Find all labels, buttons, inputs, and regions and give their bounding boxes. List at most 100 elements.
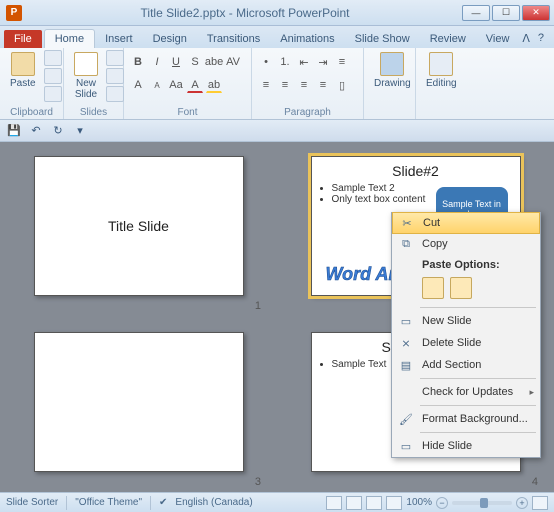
copy-button[interactable] <box>44 68 62 84</box>
format-icon: 🖌 <box>396 411 416 427</box>
tab-slideshow[interactable]: Slide Show <box>345 30 420 48</box>
ctx-paste-header: Paste Options: <box>392 255 540 273</box>
new-slide-icon: ▭ <box>396 313 416 329</box>
char-spacing-button[interactable]: AV <box>225 54 241 70</box>
ctx-copy[interactable]: ⧉ Copy <box>392 233 540 255</box>
save-button[interactable]: 💾 <box>6 123 22 139</box>
highlight-button[interactable]: ab <box>206 77 222 93</box>
ctx-delete-slide[interactable]: ⨯ Delete Slide <box>392 332 540 354</box>
cut-button[interactable] <box>44 50 62 66</box>
status-bar: Slide Sorter "Office Theme" ✔ English (C… <box>0 492 554 512</box>
zoom-level[interactable]: 100% <box>406 497 432 508</box>
new-slide-button[interactable]: New Slide <box>70 50 102 102</box>
section-button[interactable] <box>106 86 124 102</box>
bold-button[interactable]: B <box>130 54 146 70</box>
drawing-label: Drawing <box>374 78 411 89</box>
italic-button[interactable]: I <box>149 54 165 70</box>
paste-option-2[interactable] <box>450 277 472 299</box>
scissors-icon: ✂ <box>397 215 417 231</box>
repeat-button[interactable]: ↻ <box>50 123 66 139</box>
section-icon: ▤ <box>396 357 416 373</box>
drawing-icon <box>380 52 404 76</box>
spellcheck-icon[interactable]: ✔ <box>159 497 167 508</box>
zoom-out-button[interactable]: − <box>436 497 448 509</box>
columns-button[interactable]: ▯ <box>334 77 350 93</box>
context-menu: ✂ Cut ⧉ Copy Paste Options: ▭ New Slide … <box>391 212 541 458</box>
ctx-hide-slide[interactable]: ▭ Hide Slide <box>392 435 540 457</box>
quick-access-toolbar: 💾 ↶ ↻ ▾ <box>0 120 554 142</box>
tab-insert[interactable]: Insert <box>95 30 143 48</box>
close-button[interactable]: ✕ <box>522 5 550 21</box>
tab-design[interactable]: Design <box>143 30 197 48</box>
group-slides-label: Slides <box>64 107 123 118</box>
bullets-button[interactable]: • <box>258 54 274 70</box>
slide-thumb-1[interactable]: Title Slide <box>34 156 244 296</box>
tab-view[interactable]: View <box>476 30 520 48</box>
group-clipboard-label: Clipboard <box>0 107 63 118</box>
app-icon: P <box>6 5 22 21</box>
slide1-number: 1 <box>255 300 261 312</box>
minimize-button[interactable]: — <box>462 5 490 21</box>
font-color-button[interactable]: A <box>187 77 203 93</box>
tab-transitions[interactable]: Transitions <box>197 30 270 48</box>
group-paragraph-label: Paragraph <box>252 107 363 118</box>
drawing-button[interactable]: Drawing <box>370 50 415 91</box>
align-left-button[interactable]: ≡ <box>258 77 274 93</box>
editing-button[interactable]: Editing <box>422 50 461 91</box>
ctx-cut-label: Cut <box>423 217 440 229</box>
tab-file[interactable]: File <box>4 30 42 48</box>
normal-view-button[interactable] <box>326 496 342 510</box>
layout-button[interactable] <box>106 50 124 66</box>
ctx-cut[interactable]: ✂ Cut <box>392 212 540 234</box>
reading-view-button[interactable] <box>366 496 382 510</box>
tab-animations[interactable]: Animations <box>270 30 344 48</box>
indent-dec-button[interactable]: ⇤ <box>296 54 312 70</box>
ctx-new-slide[interactable]: ▭ New Slide <box>392 310 540 332</box>
maximize-button[interactable]: ☐ <box>492 5 520 21</box>
delete-icon: ⨯ <box>396 335 416 351</box>
status-theme: "Office Theme" <box>75 497 142 508</box>
paste-option-1[interactable] <box>422 277 444 299</box>
qat-customize-button[interactable]: ▾ <box>72 123 88 139</box>
reset-button[interactable] <box>106 68 124 84</box>
zoom-in-button[interactable]: + <box>516 497 528 509</box>
paste-button[interactable]: Paste <box>6 50 40 91</box>
ctx-format-background[interactable]: 🖌 Format Background... <box>392 408 540 430</box>
editing-label: Editing <box>426 78 457 89</box>
ctx-hide-label: Hide Slide <box>422 440 472 452</box>
ctx-add-section[interactable]: ▤ Add Section <box>392 354 540 376</box>
ctx-format-label: Format Background... <box>422 413 528 425</box>
group-font-label: Font <box>124 107 251 118</box>
undo-button[interactable]: ↶ <box>28 123 44 139</box>
shadow-button[interactable]: abe <box>206 54 222 70</box>
chevron-right-icon: ▸ <box>529 387 534 398</box>
justify-button[interactable]: ≡ <box>315 77 331 93</box>
slide-thumb-3[interactable] <box>34 332 244 472</box>
window-title: Title Slide2.pptx - Microsoft PowerPoint <box>28 6 462 20</box>
copy-icon: ⧉ <box>396 236 416 252</box>
tab-review[interactable]: Review <box>420 30 476 48</box>
slide3-number: 3 <box>255 476 261 488</box>
status-language[interactable]: English (Canada) <box>175 497 252 508</box>
ctx-check-updates[interactable]: Check for Updates ▸ <box>392 381 540 403</box>
sorter-view-button[interactable] <box>346 496 362 510</box>
slide2-wordart: Word Ar <box>326 264 396 285</box>
numbering-button[interactable]: 1. <box>277 54 293 70</box>
format-painter-button[interactable] <box>44 86 62 102</box>
align-right-button[interactable]: ≡ <box>296 77 312 93</box>
strike-button[interactable]: S <box>187 54 203 70</box>
slide-sorter-view[interactable]: Title Slide 1 Slide#2 Sample Text 2 Only… <box>0 142 554 492</box>
underline-button[interactable]: U <box>168 54 184 70</box>
font-shrink-button[interactable]: A <box>149 77 165 93</box>
fit-to-window-button[interactable] <box>532 496 548 510</box>
indent-inc-button[interactable]: ⇥ <box>315 54 331 70</box>
zoom-slider[interactable] <box>452 501 512 505</box>
align-center-button[interactable]: ≡ <box>277 77 293 93</box>
clear-format-button[interactable]: Aa <box>168 77 184 93</box>
line-spacing-button[interactable]: ≡ <box>334 54 350 70</box>
ribbon-minimize-icon[interactable]: ᐱ <box>522 32 530 45</box>
slideshow-view-button[interactable] <box>386 496 402 510</box>
tab-home[interactable]: Home <box>44 29 95 48</box>
help-icon[interactable]: ? <box>538 32 544 45</box>
font-grow-button[interactable]: A <box>130 77 146 93</box>
